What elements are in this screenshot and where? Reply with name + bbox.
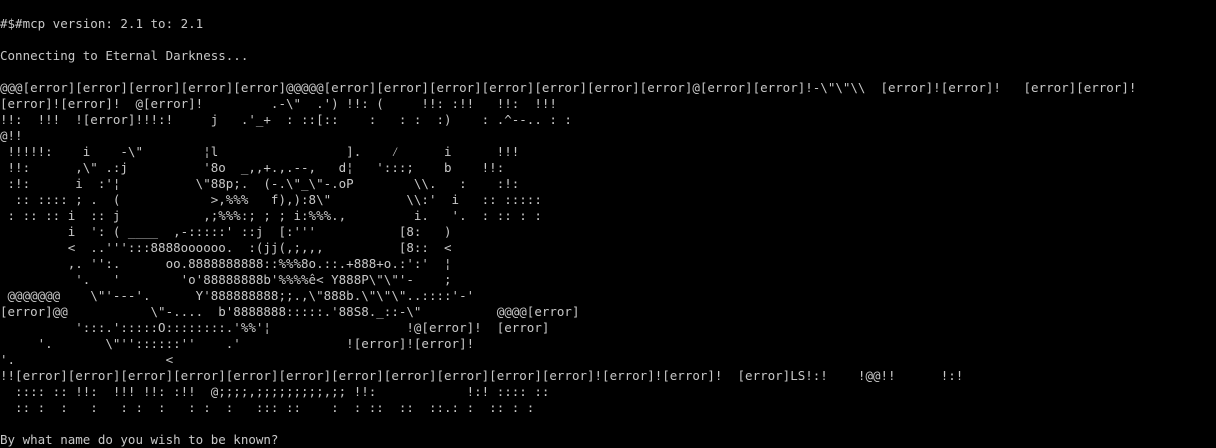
ascii-art-line: :: : : : : : : : : : ::: :: : : :: :: ::… — [0, 400, 535, 415]
ascii-art-line: : :: :: i :: j ,;%%%:; ; ; i:%%%., i. '.… — [0, 208, 542, 223]
ascii-art-line: '. \"''::::::'' .' ![error]![error]! — [0, 336, 475, 351]
ascii-art-line: @!! — [0, 128, 23, 143]
ascii-art-line: [error]![error]! @[error]! .-\" .') !!: … — [0, 96, 557, 111]
ascii-art-line: !!: ,\" .:j '8o _,,+.,.--, d¦ ':::; b !!… — [0, 160, 505, 175]
ascii-art-line: @@@@@@@ \"'---'. Y'888888888;;.,\"888b.\… — [0, 288, 475, 303]
input-prompt-line[interactable]: By what name do you wish to be known? — [0, 432, 1216, 448]
connecting-line: Connecting to Eternal Darkness... — [0, 48, 249, 63]
terminal-window[interactable]: #$#mcp version: 2.1 to: 2.1 Connecting t… — [0, 0, 1216, 448]
ascii-art-line: @@@[error][error][error][error][error]@@… — [0, 80, 1137, 95]
ascii-art-line: ,. '':. oo.8888888888::%%%8o.::.+888+o.:… — [0, 256, 452, 271]
ascii-art-line: ':::.':::::O::::::::.'%%'¦ !@[error]! [e… — [0, 320, 550, 335]
name-prompt: By what name do you wish to be known? — [0, 432, 279, 447]
ascii-art-line: '. < — [0, 352, 174, 367]
ascii-art-line: :::: :: !!: !!! !!: :!! @;;;;,;;;;;;;;;,… — [0, 384, 550, 399]
ascii-art-line: !!: !!! ![error]!!!:! j .'_+ : ::[:: : :… — [0, 112, 572, 127]
ascii-art-line: :!: i :'¦ \"88p;. (-.\"_\"-.oP \\. : :!: — [0, 176, 520, 191]
mcp-version-line: #$#mcp version: 2.1 to: 2.1 — [0, 16, 204, 31]
ascii-art-line: < ..''':::8888oooooo. :(jj(,;,,, [8:: < — [0, 240, 452, 255]
ascii-art-line: :: :::: ; . ( >,%%% f),):8\" \\:' i :: :… — [0, 192, 542, 207]
ascii-art-line: !![error][error][error][error][error][er… — [0, 368, 964, 383]
ascii-art-line: '. ' 'o'88888888b'%%%%ê< Y888P\"\"'- ; — [0, 272, 452, 287]
text-cursor[interactable] — [278, 432, 286, 446]
ascii-art-line: i ': ( ____ ,-:::::' ::j [:''' [8: ) — [0, 224, 452, 239]
ascii-art-line: [error]@@ \"-.... b'8888888:::::.'88S8._… — [0, 304, 580, 319]
ascii-art-line: !!!!!: i -\" ¦l ]. ⁄ i !!! — [0, 144, 520, 159]
